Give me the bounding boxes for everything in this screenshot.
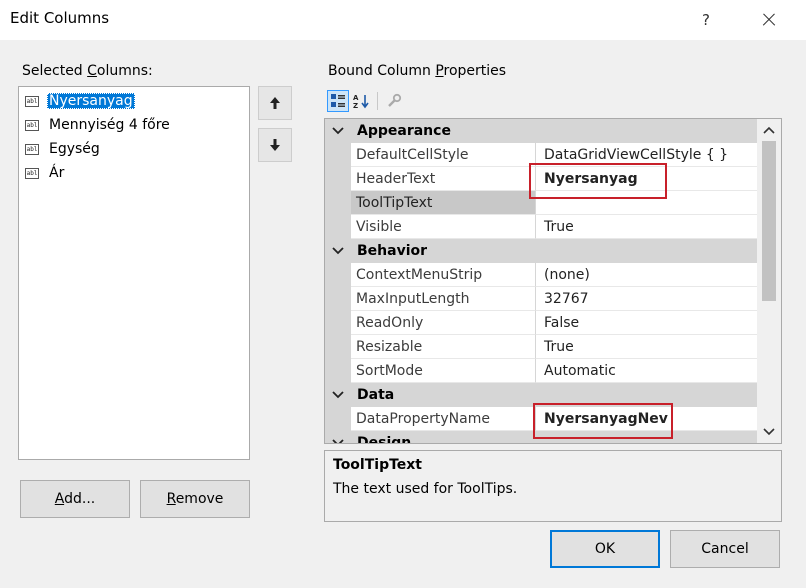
- list-item[interactable]: abl Mennyiség 4 főre: [25, 115, 245, 137]
- property-row[interactable]: Resizable True: [325, 335, 757, 359]
- svg-text:A: A: [353, 94, 359, 102]
- description-title: ToolTipText: [333, 457, 423, 473]
- alphabetical-view-button[interactable]: A Z: [351, 90, 373, 112]
- row-gutter: [325, 167, 351, 191]
- property-name: DataPropertyName: [351, 407, 535, 431]
- svg-text:Z: Z: [353, 102, 358, 109]
- row-gutter: [325, 215, 351, 239]
- vertical-scrollbar[interactable]: [757, 119, 781, 443]
- textbox-column-icon: abl: [25, 96, 39, 107]
- property-value[interactable]: Automatic: [535, 359, 757, 383]
- row-gutter: [325, 407, 351, 431]
- chevron-down-icon[interactable]: [331, 244, 345, 258]
- remove-button[interactable]: Remove: [140, 480, 250, 518]
- scroll-up-icon[interactable]: [757, 121, 781, 139]
- category-label: Behavior: [357, 243, 428, 259]
- window-title: Edit Columns: [10, 9, 110, 27]
- highlight-box: [533, 403, 673, 439]
- list-item-label: Ár: [49, 165, 65, 181]
- selected-columns-label: Selected Columns:: [22, 63, 153, 79]
- property-row[interactable]: SortMode Automatic: [325, 359, 757, 383]
- property-pages-button[interactable]: [383, 90, 405, 112]
- description-pane: ToolTipText The text used for ToolTips.: [324, 450, 782, 522]
- category-label: Appearance: [357, 123, 451, 139]
- property-name: ReadOnly: [351, 311, 535, 335]
- wrench-icon: [388, 93, 402, 107]
- category-label: Data: [357, 387, 395, 403]
- categorized-icon: [331, 94, 345, 107]
- scroll-down-icon[interactable]: [757, 423, 781, 441]
- row-gutter: [325, 143, 351, 167]
- row-gutter: [325, 359, 351, 383]
- chevron-down-icon[interactable]: [331, 124, 345, 138]
- list-item-label: Mennyiség 4 főre: [49, 117, 170, 133]
- row-gutter: [325, 335, 351, 359]
- textbox-column-icon: abl: [25, 168, 39, 179]
- categorized-view-button[interactable]: [327, 90, 349, 112]
- category-behavior[interactable]: Behavior: [325, 239, 757, 263]
- ok-button[interactable]: OK: [550, 530, 660, 568]
- property-name: ToolTipText: [351, 191, 535, 215]
- row-gutter: [325, 191, 351, 215]
- chevron-down-icon[interactable]: [331, 436, 345, 444]
- row-gutter: [325, 263, 351, 287]
- property-name: Visible: [351, 215, 535, 239]
- property-value[interactable]: True: [535, 335, 757, 359]
- textbox-column-icon: abl: [25, 144, 39, 155]
- sort-alphabetical-icon: A Z: [353, 94, 369, 109]
- list-item-label: Egység: [49, 141, 100, 157]
- chevron-down-icon[interactable]: [331, 388, 345, 402]
- property-row[interactable]: Visible True: [325, 215, 757, 239]
- property-name: ContextMenuStrip: [351, 263, 535, 287]
- close-icon[interactable]: [748, 4, 788, 36]
- property-name: HeaderText: [351, 167, 535, 191]
- textbox-column-icon: abl: [25, 120, 39, 131]
- property-name: SortMode: [351, 359, 535, 383]
- category-label: Design: [357, 435, 412, 444]
- property-name: Resizable: [351, 335, 535, 359]
- property-value[interactable]: (none): [535, 263, 757, 287]
- property-row[interactable]: ContextMenuStrip (none): [325, 263, 757, 287]
- property-name: MaxInputLength: [351, 287, 535, 311]
- help-button[interactable]: ?: [686, 4, 726, 36]
- arrow-up-icon: [270, 97, 280, 109]
- property-grid[interactable]: Appearance DefaultCellStyle DataGridViewC…: [324, 118, 782, 444]
- property-value[interactable]: True: [535, 215, 757, 239]
- row-gutter: [325, 311, 351, 335]
- list-item-label: Nyersanyag: [47, 93, 135, 109]
- row-gutter: [325, 287, 351, 311]
- move-down-button[interactable]: [258, 128, 292, 162]
- list-item[interactable]: abl Nyersanyag: [25, 91, 245, 113]
- property-name: DefaultCellStyle: [351, 143, 535, 167]
- arrow-down-icon: [270, 139, 280, 151]
- bound-column-properties-label: Bound Column Properties: [328, 63, 507, 79]
- property-row[interactable]: MaxInputLength 32767: [325, 287, 757, 311]
- property-value[interactable]: False: [535, 311, 757, 335]
- property-value[interactable]: 32767: [535, 287, 757, 311]
- description-text: The text used for ToolTips.: [333, 481, 518, 497]
- toolbar-separator: [377, 92, 378, 110]
- property-row[interactable]: ReadOnly False: [325, 311, 757, 335]
- move-up-button[interactable]: [258, 86, 292, 120]
- add-button[interactable]: Add...: [20, 480, 130, 518]
- cancel-button[interactable]: Cancel: [670, 530, 780, 568]
- list-item[interactable]: abl Egység: [25, 139, 245, 161]
- selected-columns-list[interactable]: abl Nyersanyag abl Mennyiség 4 főre abl …: [18, 86, 250, 460]
- highlight-box: [529, 163, 667, 199]
- category-appearance[interactable]: Appearance: [325, 119, 757, 143]
- list-item[interactable]: abl Ár: [25, 163, 245, 185]
- scroll-thumb[interactable]: [762, 141, 776, 301]
